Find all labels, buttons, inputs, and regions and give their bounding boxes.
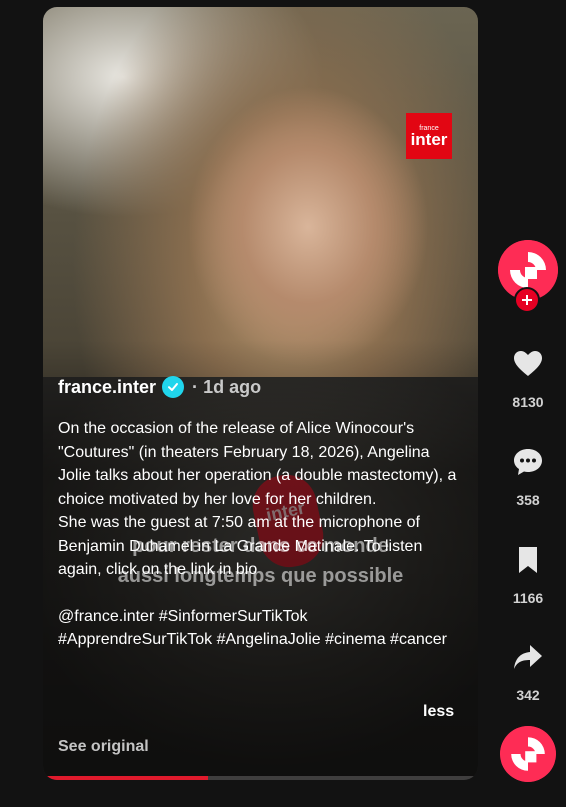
post-meta: france.inter · 1d ago [58, 376, 261, 398]
video-player[interactable]: inter france inter pour rester dans ce m… [43, 7, 478, 780]
share-button[interactable] [498, 637, 558, 677]
share-arrow-icon [514, 645, 542, 669]
post-age: · 1d ago [192, 377, 261, 398]
age-separator: · [192, 376, 199, 397]
post-caption: On the occasion of the release of Alice … [58, 417, 460, 652]
author-name[interactable]: france.inter [58, 377, 156, 398]
comment-button[interactable] [498, 442, 558, 482]
sound-disc-icon [500, 726, 556, 782]
comment-count: 358 [516, 492, 540, 508]
age-text: 1d ago [203, 376, 262, 397]
save-action: 1166 [498, 540, 558, 606]
check-badge-icon [162, 376, 185, 398]
share-action: 342 [498, 637, 558, 703]
see-original-button[interactable]: See original [58, 738, 149, 756]
heart-icon [514, 351, 542, 376]
video-progress-bar[interactable] [43, 776, 478, 780]
like-count: 8130 [512, 394, 544, 410]
comment-action: 358 [498, 442, 558, 508]
save-count: 1166 [512, 590, 544, 606]
channel-logo-big: inter [410, 130, 448, 149]
like-button[interactable] [498, 344, 558, 384]
action-rail: 8130 358 1166 342 [498, 0, 558, 807]
bookmark-icon [519, 547, 537, 573]
like-action: 8130 [498, 344, 558, 410]
save-button[interactable] [498, 540, 558, 580]
plus-icon [522, 295, 532, 305]
caption-hashtags[interactable]: @france.inter #SinformerSurTikTok #Appre… [58, 605, 460, 652]
caption-paragraph-1: On the occasion of the release of Alice … [58, 420, 457, 508]
channel-logo: france inter [406, 113, 452, 159]
follow-button[interactable] [514, 287, 540, 313]
video-progress-fill [43, 776, 209, 780]
comment-bubble-icon [514, 449, 542, 475]
share-count: 342 [516, 687, 540, 703]
sound-avatar[interactable] [500, 726, 556, 782]
less-button[interactable]: less [423, 703, 454, 721]
caption-paragraph-2: She was the guest at 7:50 am at the micr… [58, 514, 423, 578]
